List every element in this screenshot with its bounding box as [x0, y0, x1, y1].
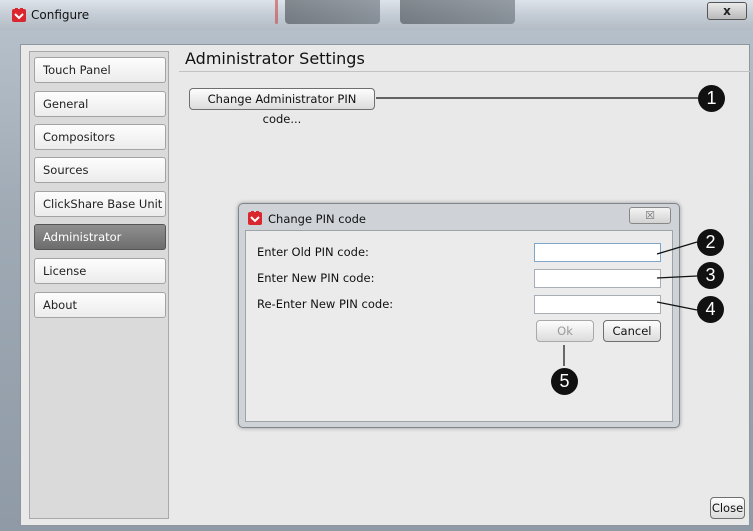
background-decor — [400, 0, 515, 24]
title-bar: Configure x — [0, 0, 753, 30]
app-icon — [12, 8, 26, 22]
background-decor — [285, 0, 380, 24]
sidebar-item-touch-panel[interactable]: Touch Panel — [34, 57, 166, 83]
sidebar-item-about[interactable]: About — [34, 292, 166, 318]
old-pin-label: Enter Old PIN code: — [257, 245, 369, 259]
old-pin-field[interactable] — [534, 243, 661, 262]
background-decor — [275, 0, 278, 24]
reenter-pin-field[interactable] — [534, 295, 661, 314]
dialog-title: Change PIN code — [268, 212, 367, 226]
ok-button[interactable]: Ok — [536, 320, 594, 342]
reenter-pin-label: Re-Enter New PIN code: — [257, 297, 394, 311]
callout-1: 1 — [698, 85, 725, 112]
sidebar-item-compositors[interactable]: Compositors — [34, 124, 166, 150]
change-pin-dialog: Change PIN code ☒ Enter Old PIN code: En… — [238, 203, 680, 428]
app-icon — [248, 211, 262, 225]
new-pin-label: Enter New PIN code: — [257, 271, 375, 285]
sidebar-item-general[interactable]: General — [34, 91, 166, 117]
window-close-button[interactable]: x — [707, 2, 747, 20]
title-divider — [179, 71, 751, 72]
sidebar: Touch Panel General Compositors Sources … — [29, 51, 169, 519]
new-pin-field[interactable] — [534, 269, 661, 288]
cancel-button[interactable]: Cancel — [603, 320, 661, 342]
page-title: Administrator Settings — [185, 49, 365, 68]
window-title: Configure — [31, 8, 90, 22]
callout-3: 3 — [697, 262, 724, 289]
callout-5: 5 — [551, 368, 578, 395]
configure-window: Configure x Touch Panel General Composit… — [0, 0, 753, 531]
sidebar-item-administrator[interactable]: Administrator — [34, 224, 166, 250]
close-button[interactable]: Close — [710, 497, 745, 519]
sidebar-item-sources[interactable]: Sources — [34, 157, 166, 183]
callout-4: 4 — [697, 296, 724, 323]
sidebar-item-clickshare-base-unit[interactable]: ClickShare Base Unit — [34, 191, 166, 217]
dialog-close-button[interactable]: ☒ — [629, 207, 671, 224]
callout-2: 2 — [697, 229, 724, 256]
sidebar-item-license[interactable]: License — [34, 258, 166, 284]
change-admin-pin-button[interactable]: Change Administrator PIN code... — [189, 88, 375, 126]
dialog-body: Enter Old PIN code: Enter New PIN code: … — [245, 230, 673, 422]
